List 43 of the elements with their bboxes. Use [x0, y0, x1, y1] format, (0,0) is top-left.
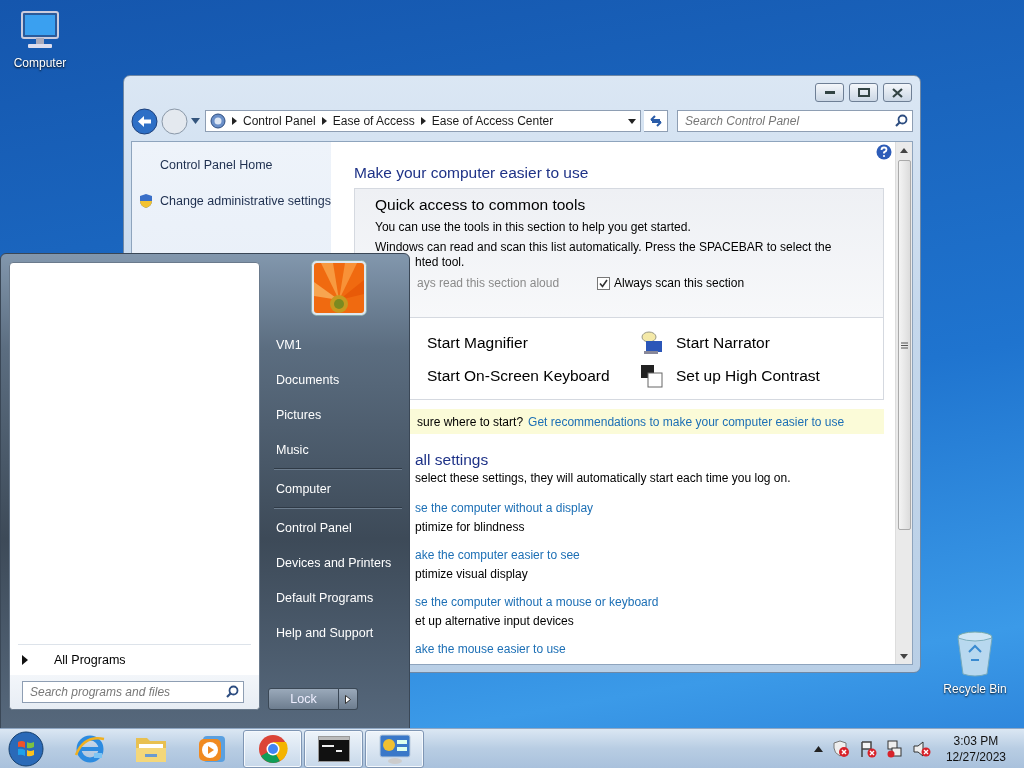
start-menu-item[interactable]: Documents: [268, 362, 402, 397]
address-bar[interactable]: Control Panel Ease of Access Ease of Access Center: [205, 110, 641, 132]
start-menu-item[interactable]: Music: [268, 432, 402, 467]
breadcrumb-item[interactable]: Ease of Access Center: [431, 114, 554, 128]
section-heading: all settings: [415, 451, 490, 469]
hint-text: sure where to start?: [417, 414, 524, 429]
page-heading: Make your computer easier to use: [354, 164, 590, 182]
clock-date: 12/27/2023: [945, 748, 1006, 765]
desktop-icon-label[interactable]: Computer: [13, 56, 67, 70]
sidebar-link[interactable]: Change administrative settings: [160, 194, 331, 208]
settings-description: ptimize for blindness: [415, 520, 526, 534]
tool-link[interactable]: Start On-Screen Keyboard: [427, 367, 610, 385]
start-menu-item[interactable]: Control Panel: [268, 510, 402, 545]
recommendations-link[interactable]: Get recommendations to make your computer easier to use: [528, 414, 845, 429]
settings-link[interactable]: ake the computer easier to see: [415, 548, 884, 562]
breadcrumb-item[interactable]: Control Panel: [243, 114, 316, 128]
start-menu-item[interactable]: Default Programs: [268, 580, 402, 615]
clock-time: 3:03 PM: [953, 732, 999, 749]
settings-link[interactable]: se the computer without a mouse or keyboard: [415, 595, 884, 609]
settings-link[interactable]: se the computer without a display: [415, 501, 884, 515]
start-menu-item[interactable]: Pictures: [268, 397, 402, 432]
clock[interactable]: 3:03 PM 12/27/2023: [945, 732, 1006, 765]
tool-link[interactable]: Start Magnifier: [427, 334, 528, 352]
settings-link[interactable]: ake the mouse easier to use: [415, 642, 884, 656]
start-menu-item[interactable]: Computer: [268, 471, 402, 506]
start-menu-item[interactable]: Devices and Printers: [268, 545, 402, 580]
breadcrumb-item[interactable]: Ease of Access: [332, 114, 415, 128]
description-text: select these settings, they will automatically start each time you log on.: [415, 471, 792, 485]
description-text: Windows can read and scan this list automatically. Press the SPACEBAR to select the: [375, 240, 833, 254]
settings-description: et up alternative input devices: [415, 614, 575, 628]
section-heading: Quick access to common tools: [375, 196, 587, 214]
start-menu-item[interactable]: Help and Support: [268, 615, 402, 650]
search-field[interactable]: Search Control Panel: [677, 110, 913, 132]
search-field[interactable]: Search programs and files: [22, 681, 244, 703]
sidebar-link[interactable]: Control Panel Home: [160, 158, 273, 172]
option-label[interactable]: Always scan this section: [614, 276, 745, 290]
description-text: hted tool.: [415, 255, 466, 269]
description-text: You can use the tools in this section to help you get started.: [375, 220, 692, 234]
tool-link[interactable]: Set up High Contrast: [676, 367, 820, 385]
settings-description: ptimize visual display: [415, 567, 529, 581]
all-programs-item[interactable]: All Programs: [54, 653, 126, 667]
tool-link[interactable]: Start Narrator: [676, 334, 770, 352]
start-menu-item[interactable]: VM1: [268, 327, 402, 362]
